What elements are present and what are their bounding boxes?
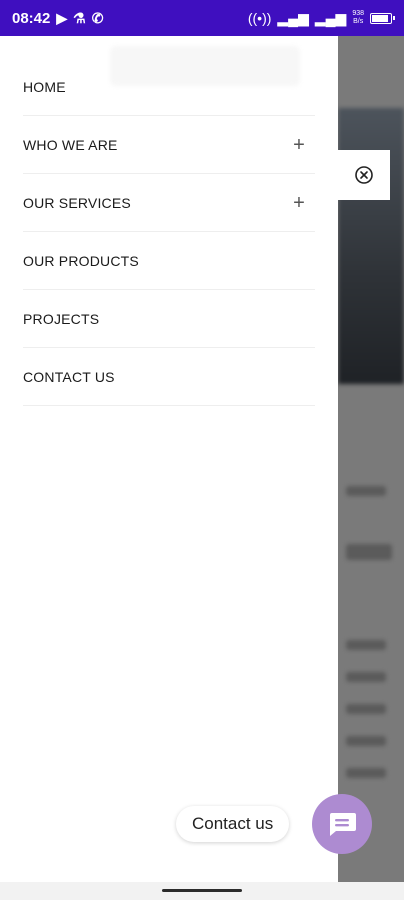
home-gesture-handle[interactable] — [162, 889, 242, 892]
status-left: 08:42 ▶ ⚗ ✆ — [12, 10, 103, 27]
system-navigation-bar — [0, 882, 404, 900]
blurred-text — [346, 704, 386, 714]
menu-item-label: WHO WE ARE — [23, 136, 118, 153]
blurred-text — [346, 486, 386, 496]
blurred-text — [346, 640, 386, 650]
close-icon — [355, 166, 373, 184]
menu-item-our-products[interactable]: OUR PRODUCTS — [23, 232, 315, 290]
close-menu-button[interactable] — [338, 150, 390, 200]
blurred-text — [346, 736, 386, 746]
navigation-drawer: HOME WHO WE ARE + OUR SERVICES + OUR PRO… — [0, 36, 338, 882]
contact-chat-button[interactable] — [312, 794, 372, 854]
network-speed-value: 938 — [352, 10, 364, 17]
blurred-text — [346, 768, 386, 778]
battery-icon — [370, 12, 395, 24]
menu-item-label: CONTACT US — [23, 368, 115, 385]
menu-item-label: OUR PRODUCTS — [23, 252, 139, 269]
menu-item-label: OUR SERVICES — [23, 194, 131, 211]
expand-plus-icon[interactable]: + — [289, 135, 309, 155]
menu-item-label: HOME — [23, 78, 66, 95]
signal-icon: ▂▄▆ — [277, 10, 309, 26]
expand-plus-icon[interactable]: + — [289, 193, 309, 213]
status-right: ((•)) ▂▄▆ ▂▄▆ 938 B/s — [247, 10, 395, 26]
menu-item-label: PROJECTS — [23, 310, 100, 327]
hotspot-icon: ((•)) — [247, 10, 272, 26]
menu-item-projects[interactable]: PROJECTS — [23, 290, 315, 348]
chat-bubble-icon — [330, 813, 356, 836]
menu-item-home[interactable]: HOME — [23, 58, 315, 116]
status-bar: 08:42 ▶ ⚗ ✆ ((•)) ▂▄▆ ▂▄▆ 938 B/s — [0, 0, 404, 36]
contact-us-text: Contact us — [192, 814, 274, 833]
menu-item-who-we-are[interactable]: WHO WE ARE + — [23, 116, 315, 174]
status-time: 08:42 — [12, 9, 51, 27]
menu-item-our-services[interactable]: OUR SERVICES + — [23, 174, 315, 232]
blurred-text — [346, 672, 386, 682]
blurred-heading — [346, 544, 392, 560]
play-icon: ▶ — [56, 10, 68, 26]
menu-item-contact-us[interactable]: CONTACT US — [23, 348, 315, 406]
network-speed-unit: B/s — [353, 18, 364, 25]
contact-us-label[interactable]: Contact us — [176, 806, 290, 842]
wifi-signal-icon: ▂▄▆ — [314, 10, 347, 26]
network-speed: 938 B/s — [352, 10, 364, 26]
flask-icon: ⚗ — [73, 10, 86, 26]
whatsapp-icon: ✆ — [91, 10, 104, 26]
drawer-menu: HOME WHO WE ARE + OUR SERVICES + OUR PRO… — [23, 58, 315, 406]
